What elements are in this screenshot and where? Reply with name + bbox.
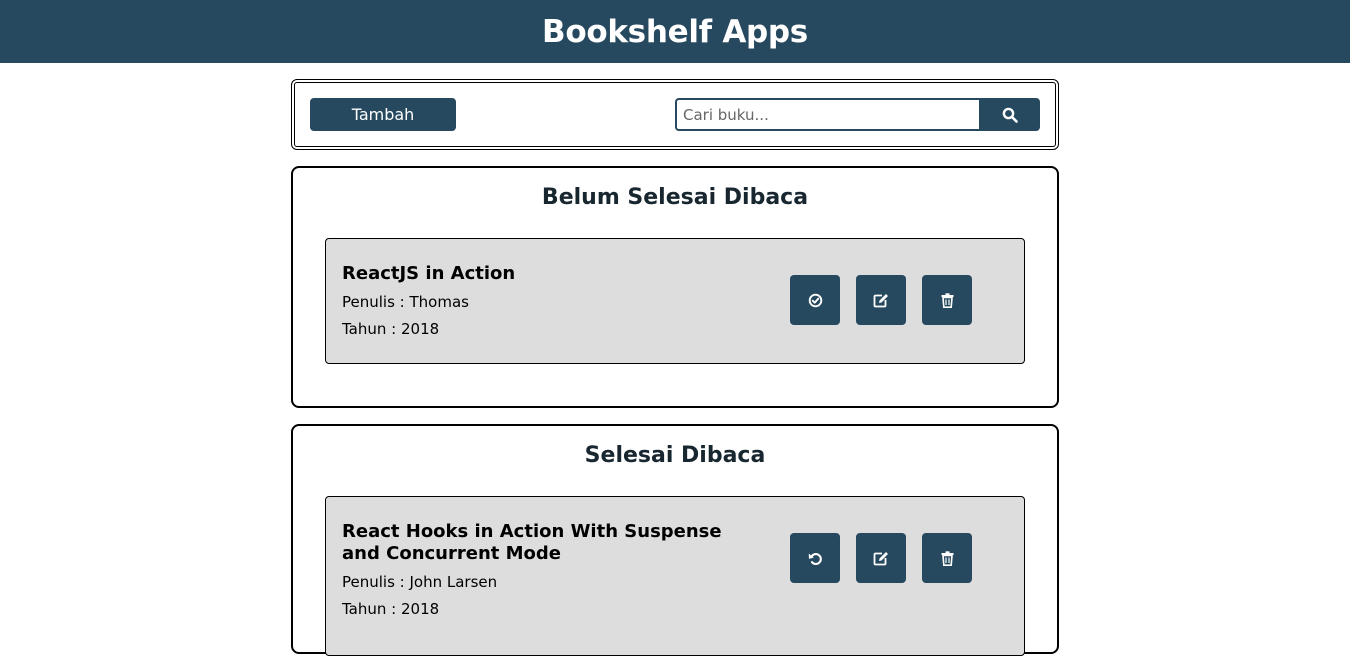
toolbar: Tambah [291, 79, 1059, 150]
trash-icon [941, 292, 953, 308]
finished-shelf-title: Selesai Dibaca [584, 443, 766, 468]
edit-book-button[interactable] [856, 533, 906, 583]
book-author: Penulis : John Larsen [342, 573, 498, 591]
book-title: React Hooks in Action With Suspense and … [342, 521, 722, 564]
unfinished-shelf-title: Belum Selesai Dibaca [541, 185, 809, 210]
app-title: Bookshelf Apps [542, 13, 808, 50]
search-form [675, 98, 1040, 131]
undo-icon [808, 552, 822, 565]
add-book-button[interactable]: Tambah [310, 98, 456, 131]
unfinished-shelf: Belum Selesai Dibaca ReactJS in Action P… [291, 166, 1059, 408]
edit-icon [873, 551, 888, 565]
search-input[interactable] [675, 98, 979, 131]
book-author: Penulis : Thomas [342, 293, 469, 311]
trash-icon [941, 550, 953, 566]
mark-unfinished-button[interactable] [790, 533, 840, 583]
edit-book-button[interactable] [856, 275, 906, 325]
book-card: ReactJS in Action Penulis : Thomas Tahun… [325, 238, 1025, 364]
book-year: Tahun : 2018 [342, 320, 440, 338]
book-actions [790, 533, 972, 583]
check-circle-icon [808, 293, 822, 307]
search-icon [1002, 107, 1018, 123]
app-header: Bookshelf Apps [0, 0, 1350, 63]
book-year: Tahun : 2018 [342, 600, 440, 618]
search-button[interactable] [979, 98, 1040, 131]
book-card: React Hooks in Action With Suspense and … [325, 496, 1025, 656]
mark-finished-button[interactable] [790, 275, 840, 325]
delete-book-button[interactable] [922, 275, 972, 325]
book-actions [790, 275, 972, 325]
finished-shelf: Selesai Dibaca React Hooks in Action Wit… [291, 424, 1059, 656]
delete-book-button[interactable] [922, 533, 972, 583]
book-title: ReactJS in Action [342, 263, 516, 284]
edit-icon [873, 293, 888, 307]
